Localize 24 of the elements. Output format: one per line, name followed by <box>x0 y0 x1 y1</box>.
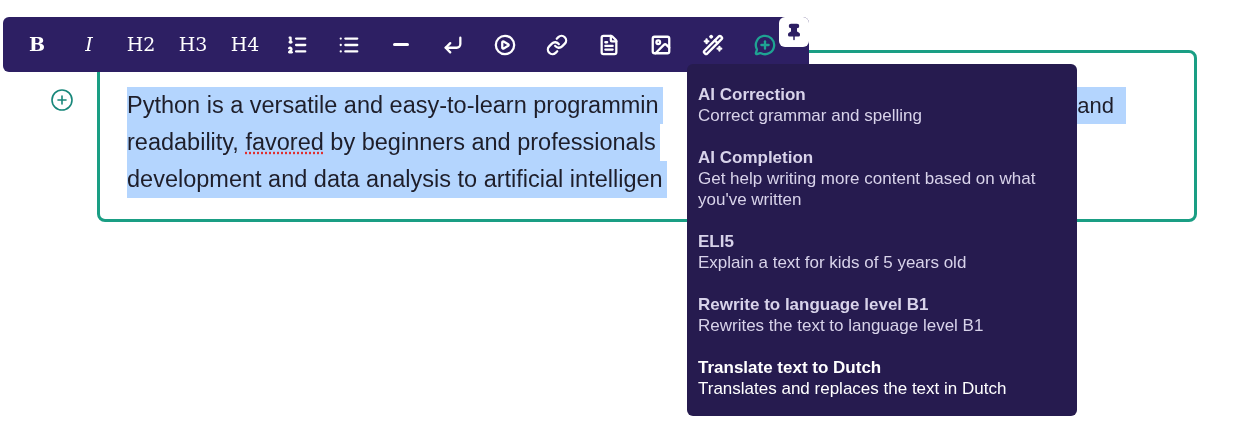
menu-item-description: Explain a text for kids of 5 years old <box>698 252 968 273</box>
menu-item-title: AI Correction <box>698 84 807 105</box>
menu-item-title: Rewrite to language level B1 <box>698 294 930 315</box>
menu-item[interactable]: Translate text to Dutch Translates and replaces the text in Dutch <box>698 357 1066 399</box>
magic-wand-icon <box>702 33 724 56</box>
format-button[interactable]: B <box>11 24 63 65</box>
document-icon <box>598 33 620 56</box>
menu-item[interactable]: AI Completion Get help writing more content based on what you've written <box>698 147 1066 210</box>
menu-item[interactable]: AI Correction Correct grammar and spelling <box>698 84 1066 126</box>
menu-item[interactable]: Rewrite to language level B1 Rewrites the text to language level B1 <box>698 294 1066 336</box>
image-icon <box>650 33 672 56</box>
menu-item-description: Rewrites the text to language level B1 <box>698 315 985 336</box>
link-icon <box>546 33 568 56</box>
menu-item-description: Translates and replaces the text in Dutch <box>698 378 1008 399</box>
menu-item-title: ELI5 <box>698 231 735 252</box>
menu-item-title: Translate text to Dutch <box>698 357 883 378</box>
menu-item-description: Correct grammar and spelling <box>698 105 923 126</box>
menu-item-title: AI Completion <box>698 147 815 168</box>
menu-item[interactable]: ELI5 Explain a text for kids of 5 years old <box>698 231 1066 273</box>
play-icon <box>494 33 516 56</box>
menu-item-description: Get help writing more content based on what you've written <box>698 168 1037 210</box>
pin-icon <box>785 23 803 41</box>
comment-plus-icon <box>754 33 776 56</box>
add-block-icon[interactable] <box>50 88 74 112</box>
